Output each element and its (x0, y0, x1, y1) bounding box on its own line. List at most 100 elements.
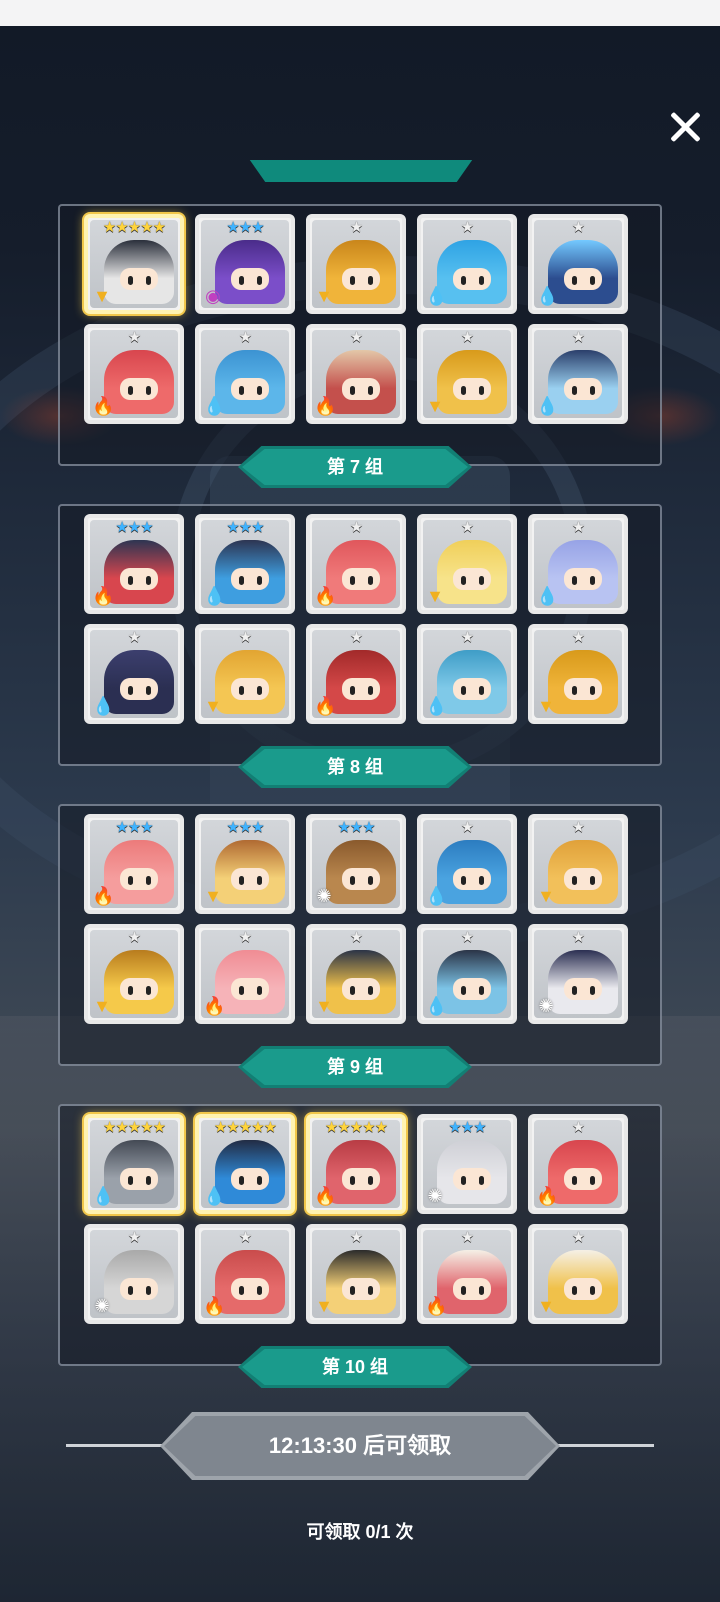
hero-card[interactable]: ★ ▼ (306, 924, 406, 1024)
hero-card[interactable]: ★ 💧 (417, 624, 517, 724)
star-rating: ★ (571, 929, 585, 946)
hero-card[interactable]: ★★★★★ 💧 (84, 1114, 184, 1214)
water-element-icon: 💧 (425, 286, 448, 306)
water-element-icon: 💧 (92, 696, 115, 716)
light-element-icon: ✺ (427, 1186, 443, 1206)
hero-card[interactable]: ★ 🔥 (528, 1114, 628, 1214)
star-rating: ★ (571, 519, 585, 536)
hero-card[interactable]: ★ 🔥 (306, 514, 406, 614)
hero-card[interactable]: ★ ▼ (528, 624, 628, 724)
divider-left (66, 1444, 162, 1447)
star-rating: ★ (238, 629, 252, 646)
hero-card[interactable]: ★ 💧 (417, 814, 517, 914)
hero-card[interactable]: ★★★ 💧 (195, 514, 295, 614)
hero-card[interactable]: ★ ▼ (84, 924, 184, 1024)
star-rating: ★ (238, 329, 252, 346)
star-rating: ★ (571, 1229, 585, 1246)
star-rating: ★ (460, 329, 474, 346)
star-rating: ★★★ (226, 519, 264, 536)
hero-card[interactable]: ★ 🔥 (195, 924, 295, 1024)
star-rating: ★ (349, 629, 363, 646)
water-element-icon: 💧 (536, 586, 559, 606)
hero-card[interactable]: ★ 💧 (84, 624, 184, 724)
group-label: 第 7 组 (326, 457, 383, 477)
hero-card[interactable]: ★★★★★ 💧 (195, 1114, 295, 1214)
hero-card[interactable]: ★ ✺ (528, 924, 628, 1024)
hero-card[interactable]: ★ 🔥 (195, 1224, 295, 1324)
previous-group-ribbon (247, 160, 475, 182)
star-rating: ★★★ (226, 819, 264, 836)
group-label: 第 10 组 (321, 1357, 389, 1377)
star-rating: ★ (460, 629, 474, 646)
hero-card[interactable]: ★ 💧 (528, 514, 628, 614)
hero-card[interactable]: ★★★★★ 🔥 (306, 1114, 406, 1214)
close-icon[interactable] (668, 110, 702, 144)
earth-element-icon: ▼ (537, 696, 555, 716)
hero-card[interactable]: ★ ▼ (528, 814, 628, 914)
star-rating: ★ (127, 629, 141, 646)
star-rating: ★ (460, 219, 474, 236)
hero-card[interactable]: ★ 💧 (417, 214, 517, 314)
hero-group: ★★★★★ ▼ ★★★ ◉ ★ ▼ ★ 💧 ★ 💧 ★ 🔥 ★ 💧 ★ 🔥 ★ ▼ ★ 💧 第 7 组 (58, 204, 662, 488)
hero-card[interactable]: ★ 💧 (195, 324, 295, 424)
hero-card[interactable]: ★ ▼ (195, 624, 295, 724)
star-rating: ★ (571, 329, 585, 346)
earth-element-icon: ▼ (315, 996, 333, 1016)
hero-card[interactable]: ★ ▼ (417, 514, 517, 614)
hero-card[interactable]: ★ 🔥 (306, 624, 406, 724)
hero-card[interactable]: ★ 💧 (528, 324, 628, 424)
star-rating: ★ (349, 1229, 363, 1246)
star-rating: ★ (460, 929, 474, 946)
star-rating: ★★★ (115, 519, 153, 536)
hero-card[interactable]: ★ ▼ (528, 1224, 628, 1324)
star-rating: ★ (571, 219, 585, 236)
earth-element-icon: ▼ (537, 1296, 555, 1316)
hero-card[interactable]: ★ ✺ (84, 1224, 184, 1324)
hero-card[interactable]: ★★★★★ ▼ (84, 214, 184, 314)
star-rating: ★★★★★ (102, 1119, 166, 1136)
hero-card[interactable]: ★★★ ✺ (417, 1114, 517, 1214)
water-element-icon: 💧 (536, 286, 559, 306)
hero-card[interactable]: ★ 🔥 (306, 324, 406, 424)
hero-card[interactable]: ★ 💧 (417, 924, 517, 1024)
hero-card[interactable]: ★ 🔥 (84, 324, 184, 424)
hero-card[interactable]: ★★★ 🔥 (84, 814, 184, 914)
divider-right (558, 1444, 654, 1447)
light-element-icon: ✺ (94, 1296, 110, 1316)
hero-card[interactable]: ★★★ 🔥 (84, 514, 184, 614)
hero-group: ★★★ 🔥 ★★★ 💧 ★ 🔥 ★ ▼ ★ 💧 ★ 💧 ★ ▼ ★ 🔥 ★ 💧 ★ ▼ 第 8 组 (58, 504, 662, 788)
star-rating: ★ (238, 1229, 252, 1246)
star-rating: ★ (349, 219, 363, 236)
hero-card[interactable]: ★★★ ▼ (195, 814, 295, 914)
light-element-icon: ✺ (538, 996, 554, 1016)
earth-element-icon: ▼ (204, 696, 222, 716)
group-list[interactable]: ★★★★★ ▼ ★★★ ◉ ★ ▼ ★ 💧 ★ 💧 ★ 🔥 ★ 💧 ★ 🔥 ★ ▼ ★ 💧 第 7 组 ★★★ 🔥 ★★★ 💧 ★… (0, 160, 720, 1412)
star-rating: ★ (127, 329, 141, 346)
water-element-icon: 💧 (425, 886, 448, 906)
fire-element-icon: 🔥 (92, 886, 115, 906)
group-label: 第 8 组 (326, 757, 383, 777)
dark-element-icon: ◉ (205, 286, 221, 306)
hero-card[interactable]: ★ 💧 (528, 214, 628, 314)
hero-card[interactable]: ★ ▼ (417, 324, 517, 424)
claim-count: 可领取 0/1 次 (306, 1522, 414, 1542)
star-rating: ★ (349, 519, 363, 536)
hero-card[interactable]: ★★★ ◉ (195, 214, 295, 314)
star-rating: ★ (349, 929, 363, 946)
hero-card[interactable]: ★ ▼ (306, 214, 406, 314)
hero-card[interactable]: ★★★ ✺ (306, 814, 406, 914)
hero-card[interactable]: ★ ▼ (306, 1224, 406, 1324)
fire-element-icon: 🔥 (536, 1186, 559, 1206)
earth-element-icon: ▼ (93, 996, 111, 1016)
earth-element-icon: ▼ (315, 286, 333, 306)
earth-element-icon: ▼ (315, 1296, 333, 1316)
star-rating: ★★★★★ (324, 1119, 388, 1136)
claim-button-label: 12:13:30 后可领取 (268, 1433, 452, 1458)
fire-element-icon: 🔥 (203, 1296, 226, 1316)
hero-card[interactable]: ★ 🔥 (417, 1224, 517, 1324)
star-rating: ★ (460, 1229, 474, 1246)
group-label-ribbon: 第 10 组 (238, 1346, 472, 1388)
fire-element-icon: 🔥 (314, 396, 337, 416)
fire-element-icon: 🔥 (92, 396, 115, 416)
claim-button[interactable]: 12:13:30 后可领取 (160, 1412, 560, 1480)
